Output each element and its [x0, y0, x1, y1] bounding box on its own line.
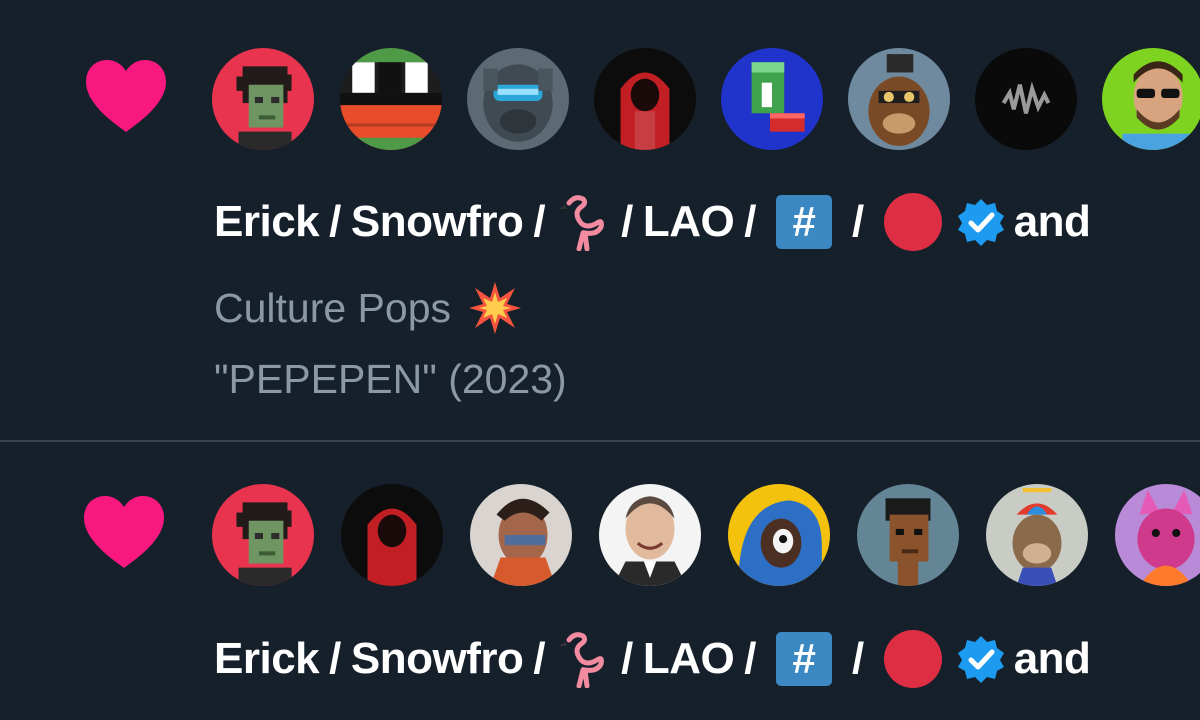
- others-label: and: [1013, 197, 1091, 246]
- pixel-punk-avatar[interactable]: [857, 484, 959, 586]
- name-separator: /: [744, 197, 756, 246]
- zombie-punk-avatar[interactable]: [212, 48, 314, 150]
- like-notification[interactable]: Erick / Snowfro / / LAO / # / and Cultur…: [0, 0, 1200, 440]
- painted-portrait-avatar[interactable]: [470, 484, 572, 586]
- parrot-avatar[interactable]: [728, 484, 830, 586]
- like-notification[interactable]: Erick / Snowfro / / LAO / # / and: [0, 443, 1200, 720]
- red-circle-icon: [883, 193, 942, 251]
- name-separator: /: [851, 197, 864, 246]
- ape-helmet-avatar[interactable]: [848, 48, 950, 150]
- liker-name-lao[interactable]: LAO: [643, 634, 735, 684]
- robot-mask-avatar[interactable]: [467, 48, 569, 150]
- keycap-hash-icon: #: [775, 195, 832, 249]
- verified-badge-icon: [957, 636, 1004, 683]
- tweet-line-1: Culture Pops: [214, 284, 452, 331]
- flamingo-icon: [559, 632, 605, 688]
- heart-icon: [84, 496, 164, 568]
- man-sunglasses-avatar[interactable]: [1102, 48, 1200, 150]
- others-label: and: [1013, 634, 1091, 683]
- red-circle-icon: [883, 630, 942, 688]
- liker-name-snowfro[interactable]: Snowfro: [351, 197, 524, 247]
- liker-name-erick[interactable]: Erick: [214, 197, 320, 247]
- flag-stripes-avatar[interactable]: [340, 48, 442, 150]
- name-separator: /: [621, 634, 633, 683]
- liker-names: Erick / Snowfro / / LAO / # / and: [214, 627, 1091, 691]
- name-separator: /: [851, 634, 864, 683]
- notifications-feed: Erick / Snowfro / / LAO / # / and Cultur…: [0, 0, 1200, 720]
- keycap-hash-icon: #: [775, 632, 832, 686]
- name-separator: /: [329, 634, 341, 683]
- liker-name-erick[interactable]: Erick: [214, 634, 320, 684]
- waveform-avatar[interactable]: [975, 48, 1077, 150]
- name-separator: /: [621, 197, 633, 246]
- liker-name-lao[interactable]: LAO: [643, 197, 735, 247]
- name-separator: /: [533, 197, 546, 246]
- liker-avatars: [212, 484, 1200, 588]
- pink-cat-avatar[interactable]: [1115, 484, 1200, 586]
- notification-divider: [0, 440, 1200, 442]
- name-separator: /: [744, 634, 756, 683]
- green-blocks-avatar[interactable]: [721, 48, 823, 150]
- verified-badge-icon: [957, 199, 1004, 246]
- liker-avatars: [212, 48, 1200, 152]
- collision-icon: [469, 282, 522, 334]
- liked-tweet-text[interactable]: Culture Pops: [214, 280, 523, 336]
- tweet-line-2: "PEPEPEN" (2023): [214, 356, 567, 402]
- flamingo-icon: [559, 195, 605, 251]
- red-hoodie-avatar[interactable]: [594, 48, 696, 150]
- heart-icon: [86, 60, 166, 132]
- name-separator: /: [329, 197, 341, 246]
- zombie-punk-avatar[interactable]: [212, 484, 314, 586]
- name-separator: /: [533, 634, 546, 683]
- bald-man-avatar[interactable]: [599, 484, 701, 586]
- propeller-ape-avatar[interactable]: [986, 484, 1088, 586]
- liker-name-snowfro[interactable]: Snowfro: [351, 634, 524, 684]
- red-hoodie-avatar[interactable]: [341, 484, 443, 586]
- liker-names: Erick / Snowfro / / LAO / # / and: [214, 190, 1091, 254]
